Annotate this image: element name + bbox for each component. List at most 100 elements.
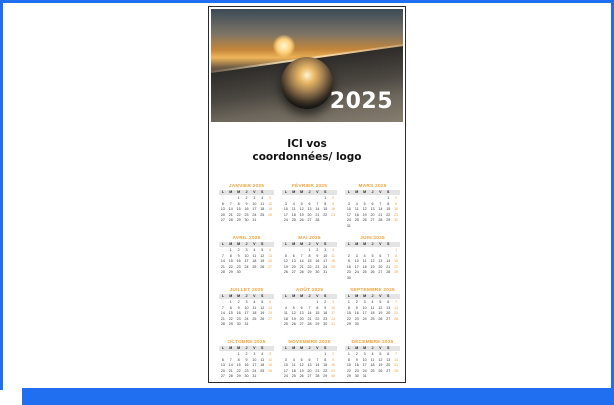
weekday-label: S (324, 294, 327, 298)
day-cell: 28 (220, 270, 225, 275)
weekday-label: S (324, 190, 327, 194)
day-grid: 1 2 3 4 5 6 7 8 9 10 11 12 13 14 15 16 17 18 19 20 21 22 23 24 2… (345, 300, 400, 328)
weekday-header: LMMJVS (282, 346, 337, 351)
weekday-header: LMMJVS (282, 242, 337, 247)
weekday-label: J (245, 190, 248, 194)
weekday-label (329, 346, 337, 351)
weekday-label: S (261, 190, 264, 194)
crystal-ball (281, 57, 333, 109)
day-cell: 29 (346, 322, 351, 327)
weekday-label: J (245, 242, 248, 246)
weekday-label: V (253, 190, 256, 194)
weekday-label: S (261, 346, 264, 350)
weekday-label: L (284, 346, 288, 350)
day-cell: 26 (283, 270, 288, 275)
day-cell: 25 (362, 270, 367, 275)
weekday-label: V (316, 346, 319, 350)
sun-glow (273, 35, 295, 57)
day-cell: 27 (378, 270, 383, 275)
weekday-label: L (221, 190, 225, 194)
day-cell: 27 (370, 218, 375, 223)
day-cell: 28 (228, 374, 233, 379)
day-cell: 25 (331, 264, 336, 269)
weekday-label: J (371, 346, 374, 350)
weekday-label: M (300, 190, 304, 194)
weekday-label: M (229, 190, 233, 194)
day-cell: 30 (315, 270, 320, 275)
weekday-label: V (379, 346, 382, 350)
month-title: AVRIL 2025 (232, 236, 261, 241)
day-cell: 28 (220, 322, 225, 327)
day-cell: 23 (331, 212, 336, 217)
month-title: NOVEMBRE 2025 (288, 340, 331, 345)
month-title: OCTOBRE 2025 (227, 340, 266, 345)
weekday-header: LMMJVS (219, 242, 274, 247)
day-cell: 30 (346, 275, 351, 280)
day-cell: 31 (244, 322, 249, 327)
weekday-label: V (379, 242, 382, 246)
year-label: 2025 (329, 89, 393, 114)
day-cell: 26 (362, 218, 367, 223)
day-cell: 28 (315, 374, 320, 379)
month-title: JUILLET 2025 (229, 288, 264, 293)
weekday-label: L (221, 294, 225, 298)
weekday-label: J (245, 294, 248, 298)
day-cell: 29 (307, 270, 312, 275)
weekday-label (392, 294, 400, 299)
day-cell: 22 (323, 212, 328, 217)
weekday-label: M (237, 242, 241, 246)
weekday-header: LMMJVS (219, 190, 274, 195)
day-cell: 27 (220, 374, 225, 379)
weekday-label: L (221, 242, 225, 246)
day-cell: 29 (394, 270, 399, 275)
weekday-header: LMMJVS (219, 346, 274, 351)
weekday-label: M (229, 294, 233, 298)
day-cell: 26 (268, 368, 273, 373)
day-grid: 1 2 3 4 5 6 7 8 9 10 11 12 13 14 15 16 17 18 19 20 21 22 23 24 2… (345, 196, 400, 230)
weekday-header: LMMJVS (345, 190, 400, 195)
month-block: AVRIL 2025 L M M J V S 1 2 3 4 5 6 7 8 9 10 11 12 13 14 15 16 1… (219, 235, 274, 283)
weekday-label: M (363, 346, 367, 350)
months-grid: JANVIER 2025 L M M J V S 1 2 3 4 5 6 7 8 9 10 11 12 13 14 15 1… (219, 183, 400, 382)
weekday-header: LMMJVS (345, 346, 400, 351)
weekday-label: L (221, 346, 225, 350)
contact-line-1: ICI vos (287, 138, 327, 150)
month-title: SEPTEMBRE 2025 (350, 288, 395, 293)
weekday-label: M (355, 190, 359, 194)
weekday-label: J (371, 294, 374, 298)
day-cell: 31 (362, 374, 367, 379)
weekday-label: J (308, 190, 311, 194)
weekday-label: V (253, 346, 256, 350)
contact-placeholder: ICI vos coordonnées/ logo (209, 138, 405, 164)
day-cell: 31 (252, 374, 257, 379)
weekday-label: M (237, 294, 241, 298)
day-cell: 25 (291, 374, 296, 379)
day-cell: 29 (236, 374, 241, 379)
day-cell: 25 (260, 368, 265, 373)
day-cell: 30 (354, 374, 359, 379)
day-cell: 29 (315, 322, 320, 327)
weekday-label (266, 346, 274, 351)
day-cell: 26 (370, 270, 375, 275)
day-cell: 29 (323, 374, 328, 379)
day-cell: 28 (394, 316, 399, 321)
weekday-label: S (387, 190, 390, 194)
day-cell: 30 (354, 322, 359, 327)
weekday-label (266, 242, 274, 247)
day-cell: 26 (268, 212, 273, 217)
day-cell: 28 (394, 368, 399, 373)
weekday-label: M (292, 242, 296, 246)
weekday-header: LMMJVS (345, 294, 400, 299)
weekday-label: V (253, 242, 256, 246)
day-grid: 1 2 3 4 5 6 7 8 9 10 11 12 13 14 15 16 17 18 19 20 21 22 23 24 2… (282, 300, 337, 328)
weekday-label: J (371, 242, 374, 246)
weekday-label: S (387, 242, 390, 246)
weekday-label: M (237, 346, 241, 350)
weekday-label: M (300, 346, 304, 350)
weekday-label: M (300, 242, 304, 246)
day-cell: 26 (299, 218, 304, 223)
weekday-label (392, 190, 400, 195)
day-cell: 27 (386, 368, 391, 373)
day-cell: 27 (268, 316, 273, 321)
day-cell: 28 (299, 270, 304, 275)
